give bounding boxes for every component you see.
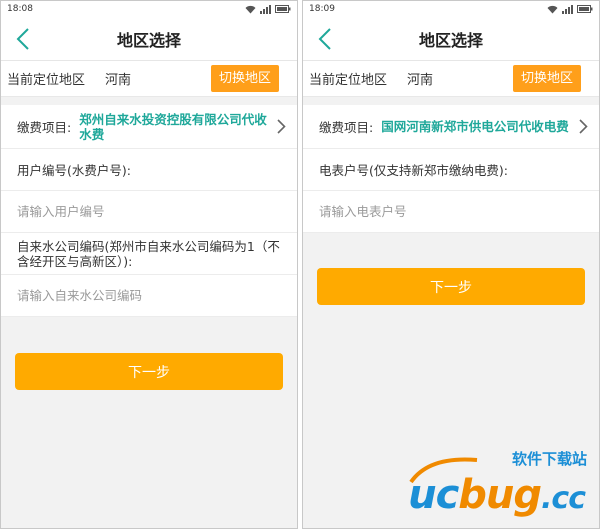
back-button[interactable] bbox=[309, 23, 341, 55]
status-bar: 18:09 bbox=[303, 1, 599, 17]
meter-number-input[interactable] bbox=[319, 204, 583, 219]
back-button[interactable] bbox=[7, 23, 39, 55]
location-row: 当前定位地区 河南 切换地区 bbox=[1, 61, 297, 97]
form-card: 缴费项目: 郑州自来水投资控股有限公司代收水费 用户编号(水费户号): 自来水公… bbox=[1, 105, 297, 317]
status-icons bbox=[245, 4, 291, 14]
fee-item-value: 国网河南新郑市供电公司代收电费 bbox=[381, 119, 569, 134]
signal-icon bbox=[260, 4, 271, 14]
battery-icon bbox=[275, 5, 291, 13]
wifi-icon bbox=[245, 5, 256, 13]
signal-icon bbox=[562, 4, 573, 14]
fee-item-label: 缴费项目: bbox=[319, 120, 374, 135]
company-code-input[interactable] bbox=[17, 288, 281, 303]
form-card: 缴费项目: 国网河南新郑市供电公司代收电费 电表户号(仅支持新郑市缴纳电费): bbox=[303, 105, 599, 233]
location-value: 河南 bbox=[105, 73, 132, 88]
company-code-label: 自来水公司编码(郑州市自来水公司编码为1（不含经开区与高新区）): bbox=[17, 238, 280, 269]
back-arrow-icon bbox=[16, 28, 29, 50]
fee-item-selector[interactable]: 缴费项目: 国网河南新郑市供电公司代收电费 bbox=[303, 105, 599, 149]
location-row: 当前定位地区 河南 切换地区 bbox=[303, 61, 599, 97]
switch-region-button[interactable]: 切换地区 bbox=[210, 65, 279, 92]
section-gap bbox=[303, 97, 599, 105]
status-time: 18:08 bbox=[7, 4, 33, 14]
status-bar: 18:08 bbox=[1, 1, 297, 17]
ucbug-watermark: 软件下载站 ucbug.cc bbox=[391, 448, 591, 518]
chevron-right-icon bbox=[575, 119, 591, 134]
section-gap bbox=[1, 97, 297, 105]
location-value: 河南 bbox=[407, 73, 434, 88]
fee-item-selector[interactable]: 缴费项目: 郑州自来水投资控股有限公司代收水费 bbox=[1, 105, 297, 149]
company-code-input-row bbox=[1, 275, 297, 317]
fee-item-value: 郑州自来水投资控股有限公司代收水费 bbox=[79, 111, 267, 142]
company-code-label-row: 自来水公司编码(郑州市自来水公司编码为1（不含经开区与高新区）): bbox=[1, 233, 297, 275]
meter-number-label: 电表户号(仅支持新郑市缴纳电费): bbox=[319, 163, 508, 178]
watermark-site-label: 软件下载站 bbox=[511, 450, 587, 468]
battery-icon bbox=[577, 5, 593, 13]
location-label: 当前定位地区 bbox=[309, 73, 388, 88]
user-number-label-row: 用户编号(水费户号): bbox=[1, 149, 297, 191]
phone-screen-right: 18:09 地区选择 当前定位地区 河南 切换地区 缴费项目: 国网河南新郑市供… bbox=[302, 0, 600, 529]
logo-uc: uc bbox=[408, 472, 459, 518]
user-number-input[interactable] bbox=[17, 204, 281, 219]
location-label: 当前定位地区 bbox=[7, 73, 86, 88]
status-time: 18:09 bbox=[309, 4, 335, 14]
next-step-button[interactable]: 下一步 bbox=[317, 268, 585, 305]
meter-number-label-row: 电表户号(仅支持新郑市缴纳电费): bbox=[303, 149, 599, 191]
wifi-icon bbox=[547, 5, 558, 13]
title-bar: 地区选择 bbox=[1, 17, 297, 61]
phone-screen-left: 18:08 地区选择 当前定位地区 河南 切换地区 缴费项目: 郑州自来水投资控… bbox=[0, 0, 298, 529]
title-bar: 地区选择 bbox=[303, 17, 599, 61]
next-step-button[interactable]: 下一步 bbox=[15, 353, 283, 390]
page-title: 地区选择 bbox=[116, 30, 181, 50]
meter-number-input-row bbox=[303, 191, 599, 233]
user-number-label: 用户编号(水费户号): bbox=[17, 163, 131, 178]
status-icons bbox=[547, 4, 593, 14]
chevron-right-icon bbox=[273, 119, 289, 134]
back-arrow-icon bbox=[318, 28, 331, 50]
logo-bug: bug bbox=[458, 472, 542, 518]
watermark-logo: ucbug.cc bbox=[408, 472, 586, 518]
logo-cc: .cc bbox=[541, 481, 586, 516]
page-title: 地区选择 bbox=[418, 30, 483, 50]
fee-item-label: 缴费项目: bbox=[17, 120, 72, 135]
user-number-input-row bbox=[1, 191, 297, 233]
switch-region-button[interactable]: 切换地区 bbox=[512, 65, 581, 92]
